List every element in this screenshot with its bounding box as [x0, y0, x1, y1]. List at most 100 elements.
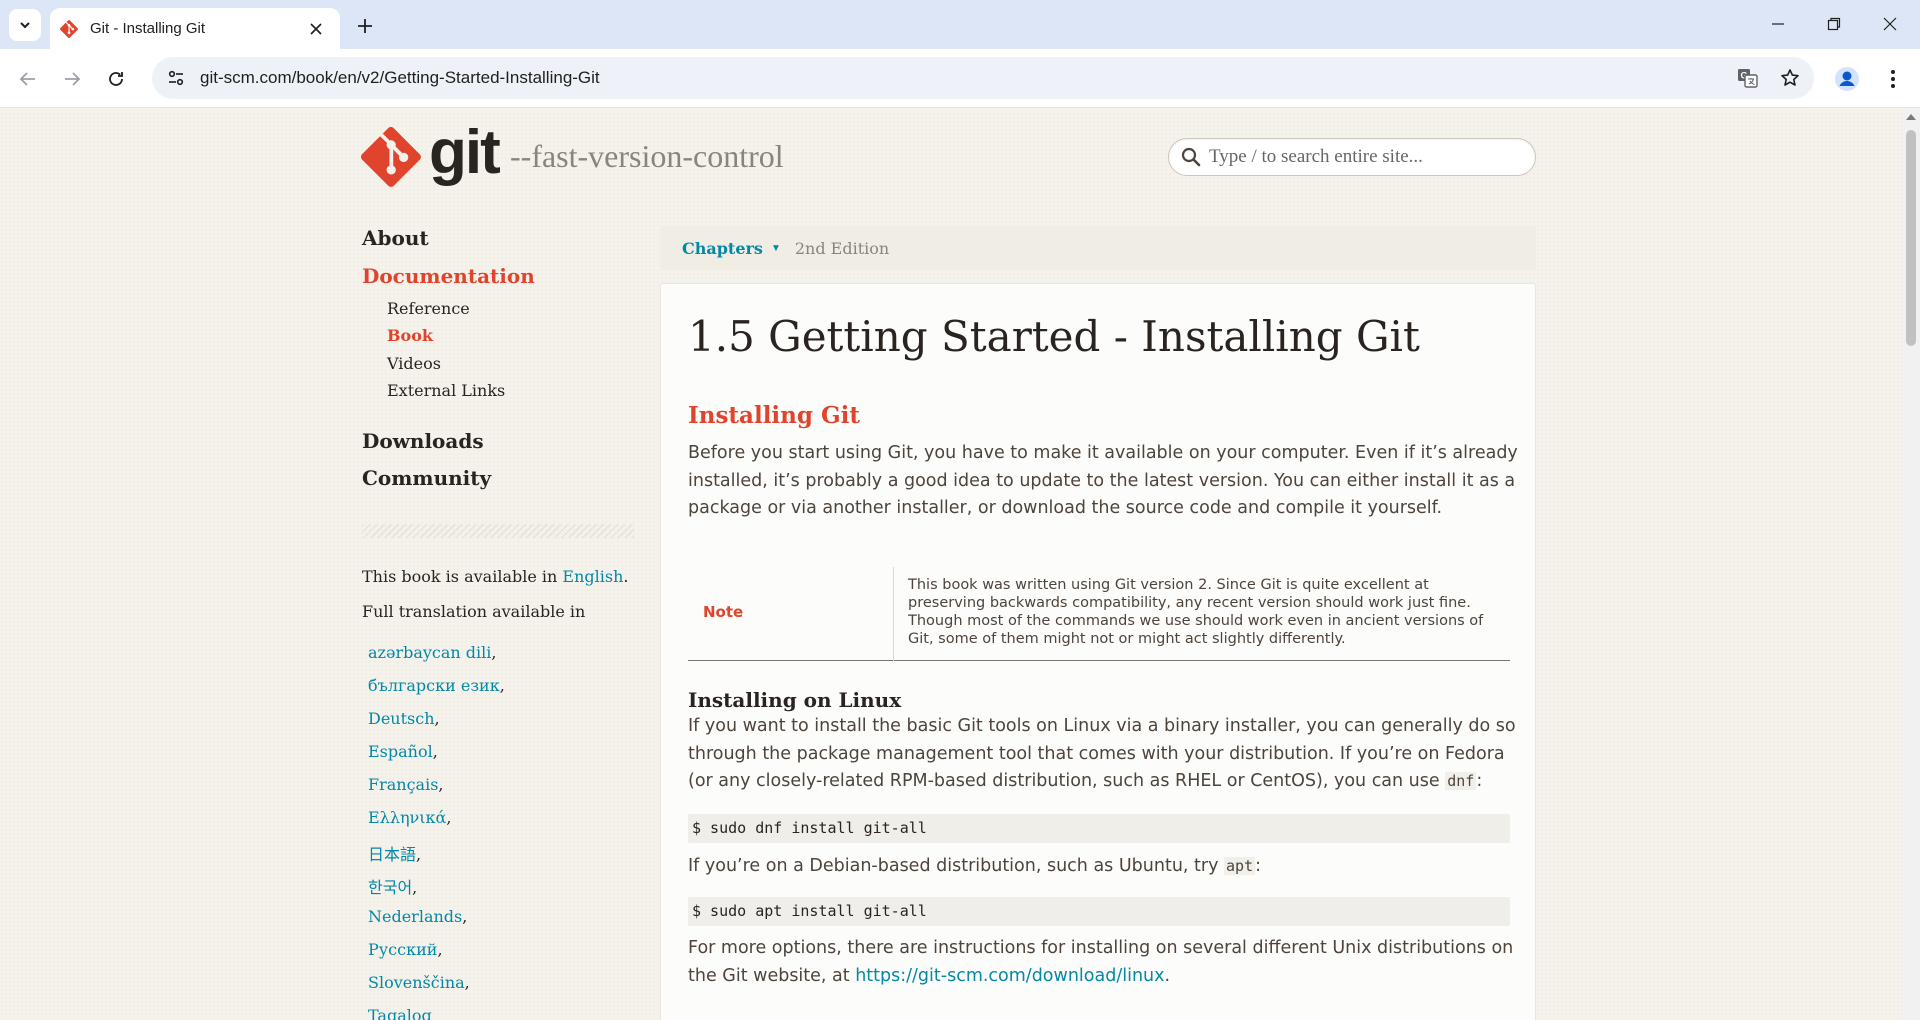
sidebar-divider [362, 524, 634, 538]
minimize-icon [1772, 23, 1784, 25]
linux-text: If you want to install the basic Git too… [688, 716, 1516, 791]
site-logo[interactable]: git [361, 122, 501, 188]
logo-text: git [429, 118, 501, 187]
star-icon [1781, 69, 1799, 86]
close-window-button[interactable] [1862, 6, 1918, 42]
scroll-thumb[interactable] [1906, 130, 1916, 346]
lang-item: Deutsch, [368, 709, 440, 728]
chapters-bar: Chapters ▼ 2nd Edition [660, 226, 1536, 270]
nav-community[interactable]: Community [362, 466, 491, 490]
intro-paragraph: Before you start using Git, you have to … [688, 443, 1518, 518]
site-search[interactable] [1168, 138, 1536, 176]
close-icon [1883, 17, 1897, 31]
web-page: git --fast-version-control About Documen… [0, 108, 1902, 1020]
linux-download-link[interactable]: https://git-scm.com/download/linux [855, 966, 1164, 986]
lang-link[interactable]: Deutsch [368, 709, 435, 728]
reload-button[interactable] [98, 61, 134, 97]
debian-paragraph: If you’re on a Debian-based distribution… [688, 853, 1518, 881]
lang-item: Ελληνικά, [368, 808, 452, 827]
lang-item: 日本語, [368, 845, 422, 864]
lang-link[interactable]: Русский [368, 940, 437, 959]
minimize-button[interactable] [1750, 6, 1806, 42]
lang-link[interactable]: Tagalog [368, 1006, 432, 1020]
lang-link[interactable]: Français [368, 775, 438, 794]
edition-label: 2nd Edition [794, 238, 890, 258]
code-block-apt: $ sudo apt install git-all [688, 897, 1510, 926]
page-title: 1.5 Getting Started - Installing Git [688, 312, 1420, 361]
tune-icon [168, 70, 184, 86]
kebab-menu-icon [1891, 70, 1895, 88]
lang-item: Español, [368, 742, 438, 761]
search-input[interactable] [1209, 146, 1509, 168]
caret-down-icon: ▼ [770, 242, 781, 254]
restore-icon [1827, 17, 1841, 31]
arrow-left-icon [19, 72, 35, 86]
profile-button[interactable] [1829, 61, 1865, 97]
availability-suffix: . [623, 567, 629, 586]
lang-item: Nederlands, [368, 907, 468, 926]
lang-link[interactable]: Ελληνικά [368, 808, 446, 827]
chevron-down-icon [20, 22, 30, 29]
translate-button[interactable]: G [1730, 60, 1766, 96]
note-label: Note [703, 603, 744, 621]
tab-title: Git - Installing Git [90, 20, 206, 37]
site-info-button[interactable] [158, 60, 194, 96]
translation-label: Full translation available in [362, 602, 586, 621]
lang-link[interactable]: 한국어 [368, 878, 412, 897]
lang-link[interactable]: azərbaycan dili [368, 643, 491, 662]
english-link[interactable]: English [562, 567, 623, 586]
nav-reference[interactable]: Reference [387, 299, 470, 318]
avatar-icon [1835, 67, 1859, 91]
git-logo-icon [361, 127, 421, 187]
nav-downloads[interactable]: Downloads [362, 429, 484, 453]
lang-item: Русский, [368, 940, 443, 959]
tab-search-button[interactable] [9, 9, 41, 41]
lang-link[interactable]: Slovenščina [368, 973, 465, 992]
restore-button[interactable] [1806, 6, 1862, 42]
linux-paragraph: If you want to install the basic Git too… [688, 713, 1518, 796]
browser-toolbar: git-scm.com/book/en/v2/Getting-Started-I… [0, 49, 1920, 108]
nav-documentation[interactable]: Documentation [362, 264, 535, 288]
note-divider [893, 567, 894, 661]
forward-button[interactable] [54, 61, 90, 97]
tab-close-button[interactable] [304, 17, 328, 41]
new-tab-button[interactable] [350, 11, 380, 41]
plus-icon [358, 19, 372, 33]
back-button[interactable] [10, 61, 46, 97]
lang-item: Tagalog [368, 1006, 432, 1020]
note-text: This book was written using Git version … [908, 577, 1484, 647]
more-options-paragraph: For more options, there are instructions… [688, 935, 1518, 990]
active-tab[interactable]: Git - Installing Git [50, 8, 340, 49]
scroll-up-arrow-icon[interactable] [1906, 114, 1916, 120]
debian-text: If you’re on a Debian-based distribution… [688, 856, 1225, 876]
more-text-end: . [1164, 965, 1171, 986]
search-icon [1181, 147, 1201, 167]
git-favicon-icon [60, 19, 78, 38]
browser-menu-button[interactable] [1875, 61, 1911, 97]
arrow-right-icon [65, 72, 81, 86]
lang-link[interactable]: Español [368, 742, 433, 761]
page-scrollbar[interactable] [1902, 108, 1920, 1020]
linux-text-end: : [1476, 771, 1483, 791]
nav-book[interactable]: Book [387, 326, 433, 345]
lang-item: azərbaycan dili, [368, 643, 497, 662]
nav-about[interactable]: About [362, 226, 429, 250]
availability-label: This book is available in [362, 567, 558, 586]
lang-link[interactable]: български език [368, 676, 500, 695]
lang-link[interactable]: 日本語 [368, 845, 416, 864]
note-admonition: Note This book was written using Git ver… [688, 567, 1510, 661]
section-heading: Installing Git [688, 402, 860, 429]
inline-code: dnf [1445, 772, 1477, 790]
lang-item: български език, [368, 676, 505, 695]
address-bar[interactable]: git-scm.com/book/en/v2/Getting-Started-I… [152, 57, 1814, 99]
lang-item: 한국어, [368, 878, 418, 897]
nav-videos[interactable]: Videos [387, 354, 441, 373]
bookmark-button[interactable] [1772, 60, 1808, 96]
close-icon [310, 22, 322, 35]
book-content: 1.5 Getting Started - Installing Git Ins… [660, 283, 1536, 1020]
chapters-dropdown[interactable]: Chapters [682, 239, 763, 258]
url-text[interactable]: git-scm.com/book/en/v2/Getting-Started-I… [200, 68, 1730, 88]
nav-external-links[interactable]: External Links [387, 381, 505, 400]
inline-code: apt [1224, 857, 1256, 875]
lang-link[interactable]: Nederlands [368, 907, 462, 926]
